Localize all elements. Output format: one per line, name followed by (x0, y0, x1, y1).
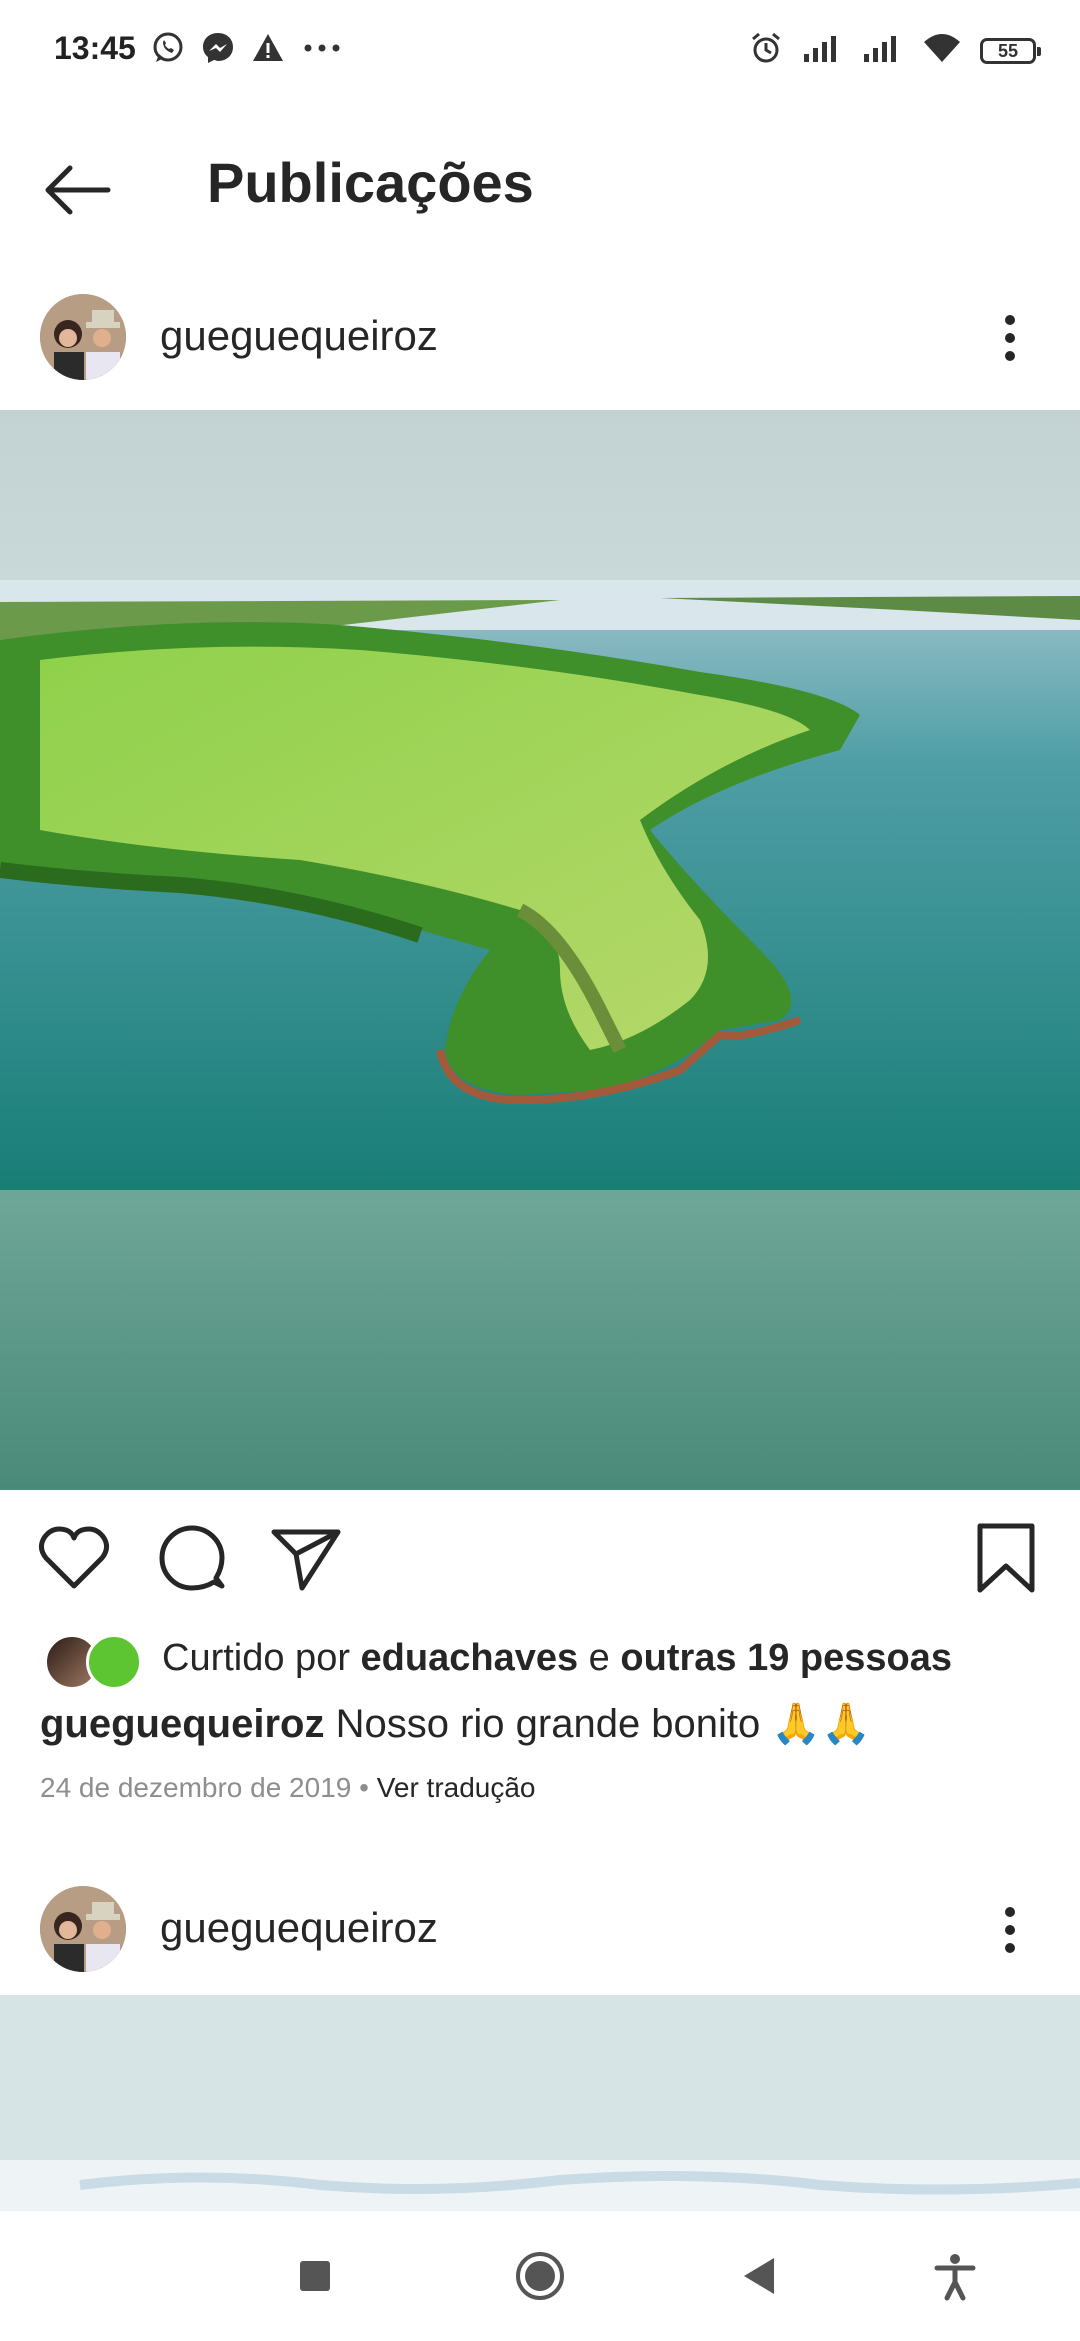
post-caption: gueguequeiroz Nosso rio grande bonito 🙏🙏 (40, 1700, 871, 1747)
comment-icon (159, 1525, 225, 1591)
back-button[interactable] (40, 150, 120, 230)
heart-icon (38, 1526, 110, 1589)
whatsapp-icon (150, 30, 186, 71)
post-image[interactable] (0, 410, 1080, 1490)
more-vertical-icon (1005, 315, 1015, 361)
liker-avatars (40, 1630, 150, 1690)
recents-button[interactable] (285, 2246, 345, 2306)
likes-summary[interactable]: Curtido por eduachaves e outras 19 pesso… (40, 1630, 952, 1690)
recents-square-icon (300, 2261, 330, 2291)
back-triangle-icon (744, 2258, 774, 2294)
avatar[interactable] (40, 1886, 126, 1972)
send-icon (271, 1529, 341, 1591)
more-vertical-icon (1005, 1907, 1015, 1953)
next-post-more-button[interactable] (985, 1890, 1035, 1970)
translate-link[interactable]: Ver tradução (377, 1772, 536, 1803)
post-meta: 24 de dezembro de 2019 • Ver tradução (40, 1772, 536, 1804)
back-nav-button[interactable] (730, 2246, 790, 2306)
likes-text: Curtido por eduachaves e outras 19 pesso… (162, 1637, 952, 1680)
bookmark-icon (977, 1523, 1035, 1593)
post-more-button[interactable] (985, 298, 1035, 378)
accessibility-icon (934, 2254, 976, 2301)
liker-avatar (86, 1634, 142, 1690)
signal-icon (802, 32, 844, 69)
app-bar: Publicações (0, 100, 1080, 270)
messenger-icon (200, 30, 236, 71)
next-post-header: gueguequeiroz (0, 1862, 1080, 1997)
caption-username[interactable]: gueguequeiroz (40, 1702, 324, 1746)
page-title: Publicações (207, 151, 534, 214)
likes-conjunction: e (578, 1636, 621, 1679)
post-date: 24 de dezembro de 2019 (40, 1772, 352, 1803)
alarm-icon (748, 30, 784, 71)
wifi-icon (922, 32, 962, 69)
liker-username[interactable]: eduachaves (361, 1637, 579, 1679)
likes-others[interactable]: outras 19 pessoas (620, 1637, 952, 1679)
post-header: gueguequeiroz (0, 270, 1080, 405)
avatar[interactable] (40, 294, 126, 380)
warning-icon (250, 30, 286, 71)
system-nav-bar (0, 2210, 1080, 2341)
system-icons: 55 (748, 30, 1041, 71)
more-dots-icon (300, 30, 344, 71)
arrow-left-icon (45, 165, 111, 215)
meta-separator: • (359, 1772, 369, 1803)
status-time: 13:45 (54, 30, 136, 66)
share-button[interactable] (266, 1518, 346, 1598)
signal-icon (862, 32, 904, 69)
next-post-image[interactable] (0, 1995, 1080, 2215)
home-button[interactable] (510, 2246, 570, 2306)
accessibility-button[interactable] (925, 2246, 985, 2306)
like-button[interactable] (34, 1518, 114, 1598)
post-username[interactable]: gueguequeiroz (160, 312, 438, 360)
post-actions (0, 1510, 1080, 1600)
likes-prefix: Curtido por (162, 1636, 361, 1679)
save-button[interactable] (966, 1518, 1046, 1598)
next-post-username[interactable]: gueguequeiroz (160, 1904, 438, 1952)
comment-button[interactable] (150, 1518, 230, 1598)
status-bar: 13:45 55 (0, 0, 1080, 100)
caption-text: Nosso rio grande bonito 🙏🙏 (335, 1702, 872, 1746)
battery-indicator: 55 (980, 37, 1041, 64)
home-circle-icon (516, 2252, 564, 2300)
notification-icons (150, 30, 344, 71)
